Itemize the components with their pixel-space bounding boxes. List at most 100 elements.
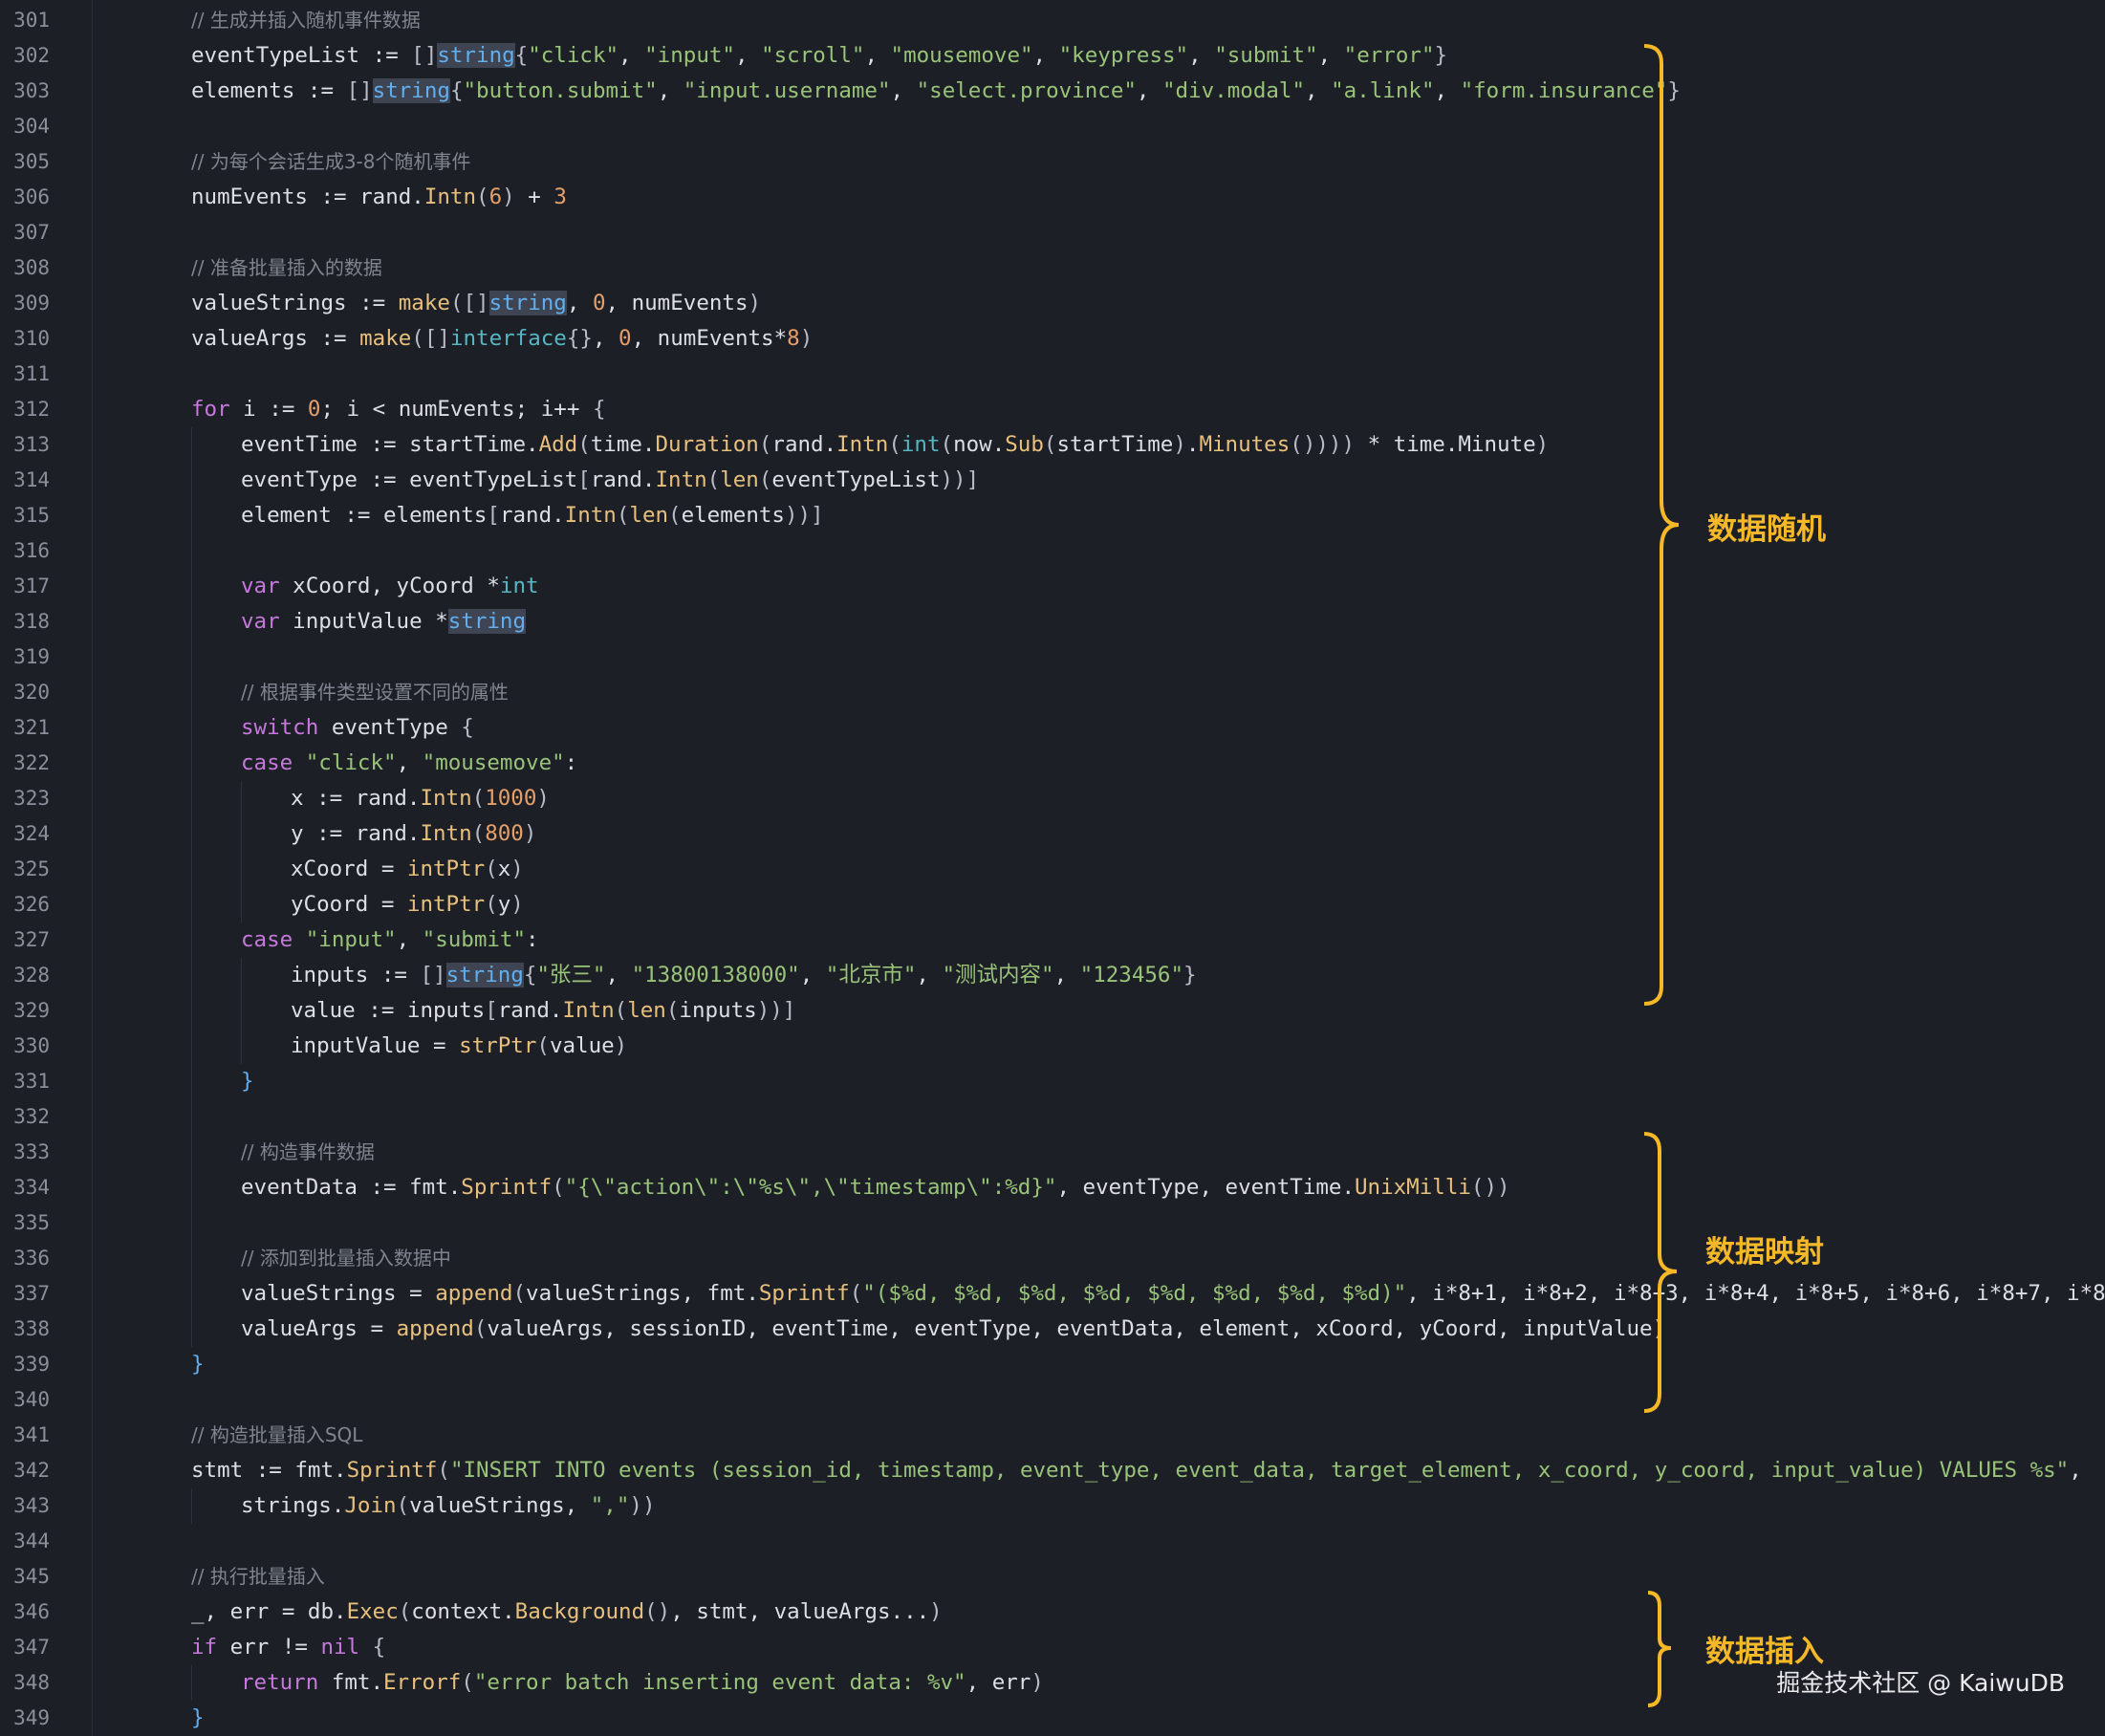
code-token: [] xyxy=(420,963,446,987)
code-line[interactable]: 320 // 根据事件类型设置不同的属性 xyxy=(0,675,2105,710)
code-line[interactable]: 302 eventTypeList := []string{"click", "i… xyxy=(0,38,2105,74)
code-line[interactable]: 313 eventTime := startTime.Add(time.Durat… xyxy=(0,427,2105,463)
code-token: "INSERT INTO events (session_id, timesta… xyxy=(449,1458,2070,1483)
code-token: "error" xyxy=(1343,43,1435,68)
code-token: rand. xyxy=(499,503,565,528)
code-line[interactable]: 325 xCoord = intPtr(x) xyxy=(0,852,2105,887)
code-line[interactable]: 310 valueArgs := make([]interface{}, 0, n… xyxy=(0,321,2105,357)
code-token: , xyxy=(1434,78,1461,103)
code-line[interactable]: 319 xyxy=(0,640,2105,675)
code-line[interactable]: 330 inputValue = strPtr(value) xyxy=(0,1029,2105,1064)
line-number: 325 xyxy=(13,857,50,880)
line-code: var inputValue *string xyxy=(241,604,527,640)
line-number: 341 xyxy=(13,1423,50,1446)
code-line[interactable]: 326 yCoord = intPtr(y) xyxy=(0,887,2105,922)
code-line[interactable]: 340 xyxy=(0,1382,2105,1418)
code-token: [] xyxy=(411,43,438,68)
code-token: , xyxy=(657,78,684,103)
code-token: ; i < numEvents; i++ xyxy=(320,397,593,422)
code-line[interactable]: 341 // 构造批量插入SQL xyxy=(0,1418,2105,1453)
code-line[interactable]: 322 case "click", "mousemove": xyxy=(0,746,2105,781)
line-code: var xCoord, yCoord *int xyxy=(241,569,539,604)
line-number: 306 xyxy=(13,185,50,208)
code-token: + xyxy=(514,184,554,209)
code-line[interactable]: 304 xyxy=(0,109,2105,144)
code-token: Join xyxy=(344,1493,397,1518)
code-token: valueStrings := xyxy=(191,291,399,315)
code-line[interactable]: 307 xyxy=(0,215,2105,250)
code-token: len xyxy=(720,467,759,492)
code-line[interactable]: 323 x := rand.Intn(1000) xyxy=(0,781,2105,816)
code-token: inputs xyxy=(679,998,757,1023)
code-line[interactable]: 309 valueStrings := make([]string, 0, num… xyxy=(0,286,2105,321)
code-line[interactable]: 318 var inputValue *string xyxy=(0,604,2105,640)
code-line[interactable]: 317 var xCoord, yCoord *int xyxy=(0,569,2105,604)
code-line[interactable]: 327 case "input", "submit": xyxy=(0,922,2105,958)
code-token: "div.modal" xyxy=(1162,78,1306,103)
code-line[interactable]: 321 switch eventType { xyxy=(0,710,2105,746)
code-line[interactable]: 324 y := rand.Intn(800) xyxy=(0,816,2105,852)
code-token: ( xyxy=(536,1033,550,1058)
code-token: : xyxy=(564,750,578,775)
code-token: ( xyxy=(471,786,486,811)
code-line[interactable]: 312 for i := 0; i < numEvents; i++ { xyxy=(0,392,2105,427)
code-line[interactable]: 306 numEvents := rand.Intn(6) + 3 xyxy=(0,180,2105,215)
code-line[interactable]: 303 elements := []string{"button.submit",… xyxy=(0,74,2105,109)
code-line[interactable]: 301 // 生成并插入随机事件数据 xyxy=(0,3,2105,38)
code-line[interactable]: 308 // 准备批量插入的数据 xyxy=(0,250,2105,286)
line-number: 328 xyxy=(13,964,50,987)
code-token: "($%d, $%d, $%d, $%d, $%d, $%d, $%d, $%d… xyxy=(862,1281,1407,1306)
line-code: valueArgs := make([]interface{}, 0, numE… xyxy=(191,321,813,357)
code-line[interactable]: 349} xyxy=(0,1701,2105,1736)
code-line[interactable]: 331} xyxy=(0,1064,2105,1099)
code-token: "keypress" xyxy=(1058,43,1189,68)
code-token: element := elements xyxy=(241,503,488,528)
code-token: 6 xyxy=(488,184,503,209)
code-line[interactable]: 311 xyxy=(0,357,2105,392)
code-token: Intn xyxy=(420,786,472,811)
line-number: 301 xyxy=(13,9,50,32)
code-line[interactable]: 346 _, err = db.Exec(context.Background()… xyxy=(0,1595,2105,1630)
code-token: , xyxy=(592,326,619,351)
code-editor[interactable]: 301// 生成并插入随机事件数据 302 eventTypeList := []s… xyxy=(0,0,2105,1736)
code-token: // 添加到批量插入数据中 xyxy=(241,1247,451,1269)
code-line[interactable]: 332 xyxy=(0,1099,2105,1135)
code-token: elements xyxy=(681,503,785,528)
code-token: valueArgs := xyxy=(191,326,360,351)
code-token: )) xyxy=(629,1493,656,1518)
code-token: append xyxy=(396,1316,474,1341)
code-line[interactable]: 342 stmt := fmt.Sprintf("INSERT INTO even… xyxy=(0,1453,2105,1488)
code-line[interactable]: 328 inputs := []string{"张三", "13800138000… xyxy=(0,958,2105,993)
line-code: } xyxy=(191,1701,205,1736)
code-line[interactable]: 345 // 执行批量插入 xyxy=(0,1559,2105,1595)
code-token: intPtr xyxy=(406,857,486,881)
code-line[interactable]: 337 valueStrings = append(valueStrings, f… xyxy=(0,1276,2105,1312)
code-line[interactable]: 314 eventType := eventTypeList[rand.Intn(… xyxy=(0,463,2105,498)
code-token: value xyxy=(549,1033,615,1058)
code-token: rand. xyxy=(590,467,656,492)
code-token: , xyxy=(566,291,593,315)
code-line[interactable]: 329 value := inputs[rand.Intn(len(inputs)… xyxy=(0,993,2105,1029)
code-token: 1000 xyxy=(485,786,537,811)
code-token: inputValue = xyxy=(291,1033,460,1058)
code-token: } xyxy=(191,1705,205,1730)
code-token: "select.province" xyxy=(916,78,1137,103)
code-line[interactable]: 333 // 构造事件数据 xyxy=(0,1135,2105,1170)
code-token: ))] xyxy=(784,503,824,528)
code-line[interactable]: 344 xyxy=(0,1524,2105,1559)
code-line[interactable]: 343 strings.Join(valueStrings, ",")) xyxy=(0,1488,2105,1524)
code-token: { xyxy=(449,78,464,103)
line-code: // 构造批量插入SQL xyxy=(191,1418,362,1453)
code-token: 8 xyxy=(787,326,800,351)
line-number: 345 xyxy=(13,1565,50,1588)
code-line[interactable]: 334 eventData := fmt.Sprintf("{\"action\"… xyxy=(0,1170,2105,1205)
code-line[interactable]: 339} xyxy=(0,1347,2105,1382)
line-number: 343 xyxy=(13,1494,50,1517)
code-line[interactable]: 305 // 为每个会话生成3-8个随机事件 xyxy=(0,144,2105,180)
code-token: } xyxy=(1434,43,1448,68)
code-token: [ xyxy=(487,503,500,528)
code-token: ( xyxy=(398,1599,412,1624)
code-token: ( xyxy=(476,184,489,209)
code-line[interactable]: 338 valueArgs = append(valueArgs, session… xyxy=(0,1312,2105,1347)
